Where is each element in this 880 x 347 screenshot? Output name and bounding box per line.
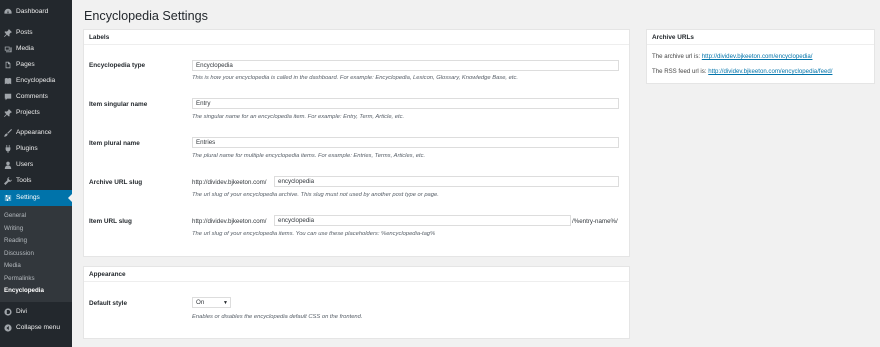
media-icon [4,45,12,53]
item-plural-description: The plural name for multiple encyclopedi… [192,153,426,159]
menu-dashboard-label: Dashboard [16,7,49,15]
menu-settings[interactable]: Settings [0,190,72,206]
item-plural-label: Item plural name [89,140,140,147]
archive-url-text: The archive url is: [652,53,702,60]
menu-plugins-label: Plugins [16,144,38,152]
item-slug-input[interactable]: encyclopedia [274,215,571,226]
item-singular-input[interactable]: Entry [192,98,619,109]
book-icon [4,77,12,85]
pin-icon [4,29,12,37]
menu-media-label: Media [16,44,34,52]
archive-urls-panel-title: Archive URLs [647,30,874,45]
submenu-discussion[interactable]: Discussion [4,250,34,257]
menu-appearance-label: Appearance [16,128,52,136]
brush-icon [4,129,12,137]
labels-panel: Labels Encyclopedia type Encyclopedia Th… [83,29,630,257]
menu-appearance[interactable]: Appearance [0,126,72,140]
settings-icon [4,194,12,202]
menu-tools[interactable]: Tools [0,174,72,188]
default-style-value: On [196,299,205,306]
menu-comments[interactable]: Comments [0,90,72,104]
archive-slug-prefix: http://dividev.bjkeeton.com/ [192,179,267,186]
item-slug-suffix: /%entry-name%/ [572,218,618,225]
submenu-writing[interactable]: Writing [4,225,23,232]
encyclopedia-type-input[interactable]: Encyclopedia [192,60,619,71]
admin-sidebar: Dashboard Posts Media Pages Encyclopedia… [0,0,73,347]
menu-posts[interactable]: Posts [0,26,72,40]
menu-users-label: Users [16,160,34,168]
menu-divi[interactable]: Divi [0,305,72,319]
item-singular-description: The singular name for an encyclopedia it… [192,114,405,120]
pin-icon [4,109,12,117]
collapse-menu-label: Collapse menu [16,323,60,331]
item-singular-label: Item singular name [89,101,148,108]
dashboard-icon [4,8,12,16]
rss-url-text: The RSS feed url is: [652,68,709,75]
archive-slug-description: The url slug of your encyclopedia archiv… [192,192,439,198]
archive-slug-label: Archive URL slug [89,179,143,186]
menu-pages-label: Pages [16,60,35,68]
current-menu-arrow [68,193,73,203]
appearance-panel: Appearance Default style On ▼ Enables or… [83,266,630,339]
menu-encyclopedia[interactable]: Encyclopedia [0,74,72,88]
default-style-description: Enables or disables the encyclopedia def… [192,314,363,320]
comment-icon [4,93,12,101]
menu-users[interactable]: Users [0,158,72,172]
archive-slug-input[interactable]: encyclopedia [274,176,619,187]
menu-settings-label: Settings [16,193,40,201]
item-plural-input[interactable]: Entries [192,137,619,148]
rss-url-link[interactable]: http://dividev.bjkeeton.com/encyclopedia… [708,68,832,75]
collapse-icon [4,324,12,332]
divi-icon [4,308,12,316]
archive-url-link[interactable]: http://dividev.bjkeeton.com/encyclopedia… [702,53,813,60]
menu-projects-label: Projects [16,108,40,116]
default-style-select[interactable]: On ▼ [192,297,231,308]
collapse-menu-button[interactable]: Collapse menu [0,321,72,335]
submenu-permalinks[interactable]: Permalinks [4,275,35,282]
chevron-down-icon: ▼ [223,299,228,306]
item-slug-prefix: http://dividev.bjkeeton.com/ [192,218,267,225]
menu-comments-label: Comments [16,92,48,100]
archive-url-line: The archive url is: http://dividev.bjkee… [652,53,812,60]
menu-plugins[interactable]: Plugins [0,142,72,156]
page-icon [4,61,12,69]
menu-encyclopedia-label: Encyclopedia [16,76,56,84]
settings-submenu: General Writing Reading Discussion Media… [0,206,72,302]
item-slug-label: Item URL slug [89,218,132,225]
item-slug-description: The url slug of your encyclopedia items.… [192,231,436,237]
wrench-icon [4,177,12,185]
submenu-reading[interactable]: Reading [4,237,27,244]
menu-pages[interactable]: Pages [0,58,72,72]
menu-posts-label: Posts [16,28,33,36]
submenu-media[interactable]: Media [4,262,21,269]
menu-tools-label: Tools [16,176,32,184]
menu-dashboard[interactable]: Dashboard [0,5,72,19]
labels-panel-title: Labels [84,30,629,45]
archive-urls-panel: Archive URLs The archive url is: http://… [646,29,875,84]
submenu-encyclopedia[interactable]: Encyclopedia [4,287,44,294]
rss-url-line: The RSS feed url is: http://dividev.bjke… [652,68,832,75]
menu-media[interactable]: Media [0,42,72,56]
appearance-panel-title: Appearance [84,267,629,282]
menu-projects[interactable]: Projects [0,106,72,120]
submenu-general[interactable]: General [4,212,26,219]
plug-icon [4,145,12,153]
page-title: Encyclopedia Settings [84,9,208,23]
default-style-label: Default style [89,300,128,307]
encyclopedia-type-description: This is how your encyclopedia is called … [192,75,518,81]
menu-divi-label: Divi [16,307,27,315]
encyclopedia-type-label: Encyclopedia type [89,62,146,69]
user-icon [4,161,12,169]
